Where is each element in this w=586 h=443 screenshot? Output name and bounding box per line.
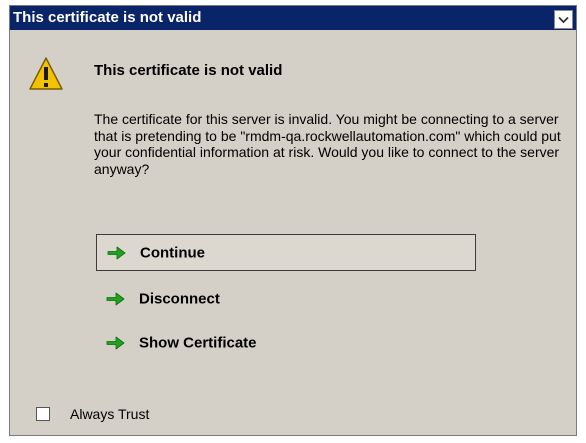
green-arrow-icon bbox=[106, 336, 125, 349]
green-arrow-icon bbox=[106, 292, 125, 305]
disconnect-option[interactable]: Disconnect bbox=[96, 282, 474, 315]
always-trust-label[interactable]: Always Trust bbox=[70, 406, 149, 422]
green-arrow-icon bbox=[107, 246, 126, 259]
title-bar: This certificate is not valid bbox=[10, 6, 576, 30]
always-trust-checkbox[interactable] bbox=[36, 407, 50, 421]
warning-icon bbox=[29, 57, 63, 90]
continue-label: Continue bbox=[140, 244, 205, 261]
show-certificate-option[interactable]: Show Certificate bbox=[96, 326, 474, 359]
show-certificate-label: Show Certificate bbox=[139, 334, 257, 351]
disconnect-label: Disconnect bbox=[139, 290, 220, 307]
chevron-down-icon bbox=[558, 16, 569, 23]
title-dropdown-button[interactable] bbox=[554, 10, 573, 29]
dialog-message: The certificate for this server is inval… bbox=[94, 111, 561, 177]
continue-option[interactable]: Continue bbox=[96, 234, 476, 271]
dialog-heading: This certificate is not valid bbox=[94, 62, 283, 79]
window-title: This certificate is not valid bbox=[13, 9, 202, 26]
always-trust-row[interactable]: Always Trust bbox=[36, 406, 149, 422]
certificate-dialog: This certificate is not valid This certi… bbox=[9, 5, 577, 436]
